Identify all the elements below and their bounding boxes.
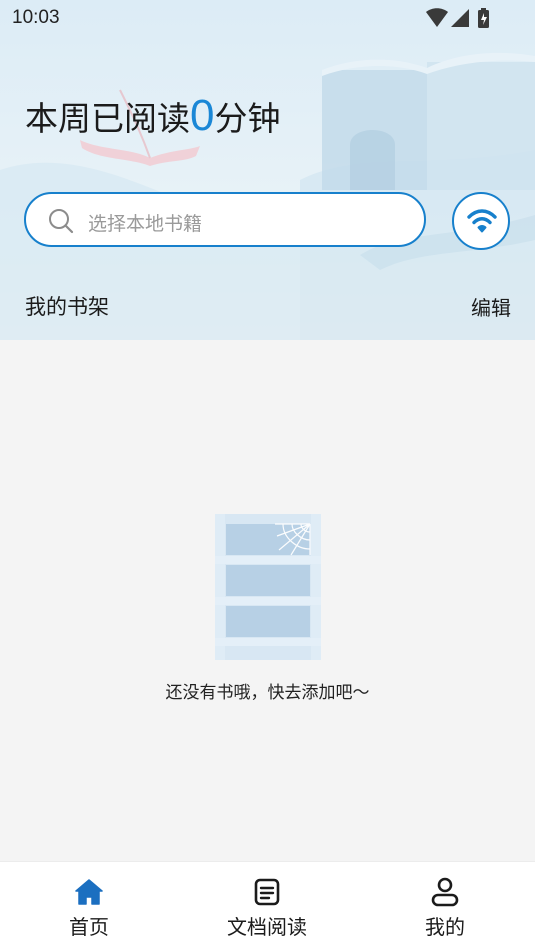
edit-button[interactable]: 编辑 <box>471 292 511 321</box>
app-screen: 10:03 本周已阅读0分钟 选择本地书籍 我的书架 编辑 还没有书哦，快去添加… <box>0 0 535 951</box>
nav-item-profile[interactable]: 我的 <box>356 862 534 951</box>
wifi-icon <box>426 8 448 27</box>
search-icon <box>49 209 74 234</box>
weekly-reading-stat: 本周已阅读0分钟 <box>25 86 280 149</box>
search-placeholder: 选择本地书籍 <box>88 213 203 235</box>
nav-item-document-reading[interactable]: 文档阅读 <box>178 862 356 951</box>
cellular-signal-icon <box>451 9 469 27</box>
wifi-transfer-button[interactable] <box>452 192 510 250</box>
home-icon <box>75 879 103 905</box>
wifi-icon <box>467 209 497 233</box>
status-bar: 10:03 <box>0 0 535 36</box>
nav-label-profile: 我的 <box>425 915 465 939</box>
empty-bookshelf-message: 还没有书哦，快去添加吧～ <box>165 683 370 703</box>
header-illustration <box>0 52 535 340</box>
user-icon <box>431 877 459 907</box>
header-background <box>0 0 535 340</box>
empty-bookshelf-icon <box>215 514 321 660</box>
nav-label-document-reading: 文档阅读 <box>227 915 307 939</box>
bottom-navigation: 首页 文档阅读 我的 <box>0 861 535 951</box>
nav-item-home[interactable]: 首页 <box>0 862 178 951</box>
document-icon <box>254 878 280 906</box>
nav-label-home: 首页 <box>69 915 109 939</box>
bookshelf-title: 我的书架 <box>25 295 109 319</box>
battery-charging-icon <box>478 8 489 28</box>
reading-minutes: 0 <box>190 91 215 140</box>
status-icons <box>426 8 489 28</box>
local-book-search-input[interactable]: 选择本地书籍 <box>24 192 426 247</box>
reading-suffix: 分钟 <box>214 99 281 138</box>
reading-prefix: 本周已阅读 <box>25 99 190 138</box>
status-time: 10:03 <box>12 7 60 28</box>
